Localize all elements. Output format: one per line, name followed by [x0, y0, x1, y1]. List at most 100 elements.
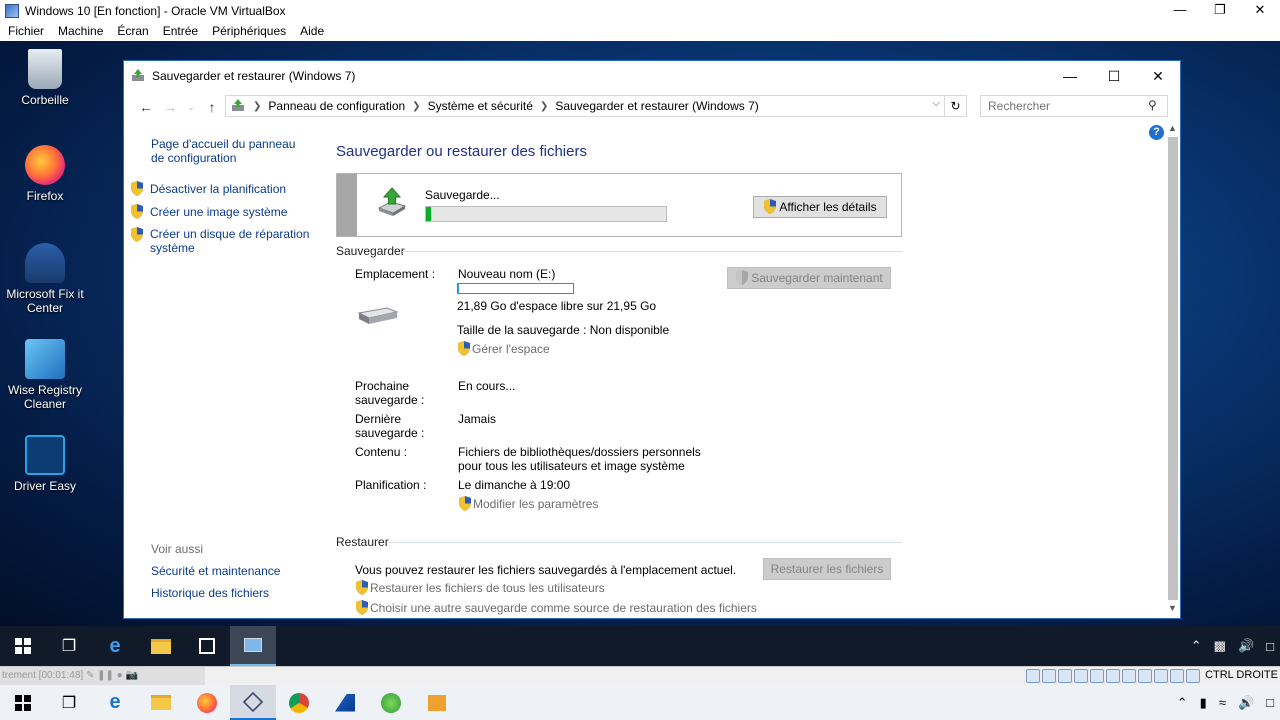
video-capture-icon[interactable]	[1138, 669, 1152, 683]
address-bar-row: ← → ⌄ ↑ ❯ Panneau de configuration ❯ Sys…	[124, 91, 1180, 123]
menu-entree[interactable]: Entrée	[163, 24, 198, 38]
host-chrome-icon[interactable]	[276, 685, 322, 720]
scrollbar-thumb[interactable]	[1168, 137, 1178, 600]
fix-it-icon	[25, 243, 65, 283]
store-icon[interactable]	[184, 626, 230, 666]
desktop-icon-fix-it[interactable]: Microsoft Fix it Center	[0, 243, 90, 315]
host-volume-icon[interactable]: 🔊	[1238, 695, 1254, 711]
host-tray-chevron-icon[interactable]: ⌃	[1177, 695, 1188, 711]
keyboard-status-icon[interactable]	[1186, 669, 1200, 683]
file-explorer-icon[interactable]	[138, 626, 184, 666]
host-app-icon[interactable]	[322, 685, 368, 720]
host-globe-icon[interactable]	[368, 685, 414, 720]
usb-status-icon[interactable]	[1090, 669, 1104, 683]
network-status-icon[interactable]	[1074, 669, 1088, 683]
breadcrumb-separator-icon: ❯	[253, 100, 262, 112]
host-battery-icon[interactable]: ▮	[1200, 695, 1207, 711]
host-start-button[interactable]	[0, 685, 46, 720]
menu-ecran[interactable]: Écran	[117, 24, 148, 38]
host-wifi-icon[interactable]: ≈	[1219, 695, 1226, 710]
host-notification-icon[interactable]: □	[1266, 695, 1274, 710]
search-input[interactable]	[980, 95, 1168, 117]
vbox-close-button[interactable]: ✕	[1240, 0, 1280, 21]
guest-desktop: Corbeille Firefox Microsoft Fix it Cente…	[0, 41, 1280, 631]
restore-files-button[interactable]: Restaurer les fichiers	[763, 558, 891, 580]
audio-status-icon[interactable]	[1058, 669, 1072, 683]
search-icon[interactable]: ⚲	[1148, 98, 1157, 112]
backup-progress-panel: Sauvegarde... Afficher les détails	[336, 173, 902, 237]
breadcrumb-control-panel[interactable]: Panneau de configuration	[268, 99, 405, 113]
host-file-explorer-icon[interactable]	[138, 685, 184, 720]
refresh-icon[interactable]: ↻	[944, 96, 966, 116]
breadcrumb-separator-icon: ❯	[412, 100, 421, 112]
uac-shield-icon	[458, 341, 470, 356]
restore-all-users-link[interactable]: Restaurer les fichiers de tous les utili…	[355, 580, 605, 595]
menu-fichier[interactable]: Fichier	[8, 24, 44, 38]
address-box[interactable]: ❯ Panneau de configuration ❯ Système et …	[225, 95, 967, 117]
manage-space-link[interactable]: Gérer l'espace	[457, 341, 550, 356]
host-task-view-icon[interactable]: ❐	[46, 685, 92, 720]
host-key-label: CTRL DROITE	[1205, 669, 1278, 681]
tray-chevron-icon[interactable]: ⌃	[1191, 638, 1202, 654]
backup-now-button[interactable]: Sauvegarder maintenant	[727, 267, 891, 289]
menu-aide[interactable]: Aide	[300, 24, 324, 38]
host-firefox-icon[interactable]	[184, 685, 230, 720]
window-close-button[interactable]: ✕	[1136, 61, 1180, 91]
desktop-icon-driver-easy[interactable]: Driver Easy	[0, 435, 90, 493]
create-repair-disc-link[interactable]: Créer un disque de réparation système	[130, 227, 320, 255]
notification-icon[interactable]: □	[1266, 639, 1274, 654]
start-button[interactable]	[0, 626, 46, 666]
choose-other-backup-link[interactable]: Choisir une autre sauvegarde comme sourc…	[355, 600, 757, 615]
recent-chevron-icon[interactable]: ⌄	[182, 102, 200, 113]
vbox-statusbar: trement [00:01:48] ✎ ❚❚ ● 📷 CTRL DROITE	[0, 666, 1280, 685]
vbox-window-title: Windows 10 [En fonction] - Oracle VM Vir…	[25, 3, 286, 18]
task-view-icon[interactable]: ❐	[46, 626, 92, 666]
modify-settings-link[interactable]: Modifier les paramètres	[458, 496, 598, 511]
host-edge-icon[interactable]: e	[92, 685, 138, 720]
window-minimize-button[interactable]: —	[1048, 61, 1092, 91]
address-dropdown-icon[interactable]: ⌵	[932, 98, 940, 109]
desktop-icon-firefox[interactable]: Firefox	[0, 145, 90, 203]
breadcrumb-system-security[interactable]: Système et sécurité	[428, 99, 533, 113]
desktop-icon-wise-registry[interactable]: Wise Registry Cleaner	[0, 339, 90, 411]
volume-icon[interactable]: 🔊	[1238, 638, 1254, 654]
up-arrow-icon[interactable]: ↑	[200, 99, 224, 115]
network-icon[interactable]: ▩	[1214, 638, 1226, 654]
mouse-integration-icon[interactable]	[1170, 669, 1184, 683]
shared-folders-icon[interactable]	[1106, 669, 1120, 683]
next-backup-label: Prochaine sauvegarde :	[355, 379, 425, 407]
menu-peripheriques[interactable]: Périphériques	[212, 24, 286, 38]
control-panel-home-link[interactable]: Page d'accueil du panneau de configurati…	[151, 137, 311, 165]
create-system-image-link[interactable]: Créer une image système	[130, 204, 287, 219]
file-history-link[interactable]: Historique des fichiers	[151, 586, 269, 600]
scroll-down-icon[interactable]: ▼	[1168, 603, 1177, 613]
virtualization-icon[interactable]	[1154, 669, 1168, 683]
security-maintenance-link[interactable]: Sécurité et maintenance	[151, 564, 280, 578]
scroll-up-icon[interactable]: ▲	[1168, 123, 1177, 133]
vertical-scrollbar[interactable]: ▲ ▼	[1166, 123, 1180, 618]
breadcrumb-backup-restore[interactable]: Sauvegarder et restaurer (Windows 7)	[555, 99, 758, 113]
vbox-minimize-button[interactable]: —	[1160, 0, 1200, 21]
menu-machine[interactable]: Machine	[58, 24, 103, 38]
backup-progress-bar	[425, 206, 667, 222]
forward-arrow-icon[interactable]: →	[158, 99, 182, 115]
back-arrow-icon[interactable]: ←	[134, 99, 158, 115]
view-details-button[interactable]: Afficher les détails	[753, 196, 887, 218]
backup-size-text: Taille de la sauvegarde : Non disponible	[457, 323, 670, 337]
edge-icon[interactable]: e	[92, 626, 138, 666]
main-content: Sauvegarder ou restaurer des fichiers Sa…	[336, 123, 1166, 618]
host-video-icon[interactable]	[414, 685, 460, 720]
disable-schedule-link[interactable]: Désactiver la planification	[130, 181, 286, 196]
host-taskbar: ❐ e ⌃ ▮ ≈ 🔊 □	[0, 685, 1280, 720]
window-maximize-button[interactable]: ☐	[1092, 61, 1136, 91]
optical-status-icon[interactable]	[1042, 669, 1056, 683]
display-status-icon[interactable]	[1122, 669, 1136, 683]
vbox-restore-button[interactable]: ❐	[1200, 0, 1240, 21]
host-virtualbox-icon[interactable]	[230, 685, 276, 720]
control-panel-taskbar-icon[interactable]	[230, 626, 276, 666]
desktop-icon-recycle-bin[interactable]: Corbeille	[0, 49, 90, 107]
backup-section-title: Sauvegarder	[336, 244, 405, 258]
uac-shield-icon	[356, 580, 368, 595]
uac-shield-icon	[356, 600, 368, 615]
hdd-status-icon[interactable]	[1026, 669, 1040, 683]
